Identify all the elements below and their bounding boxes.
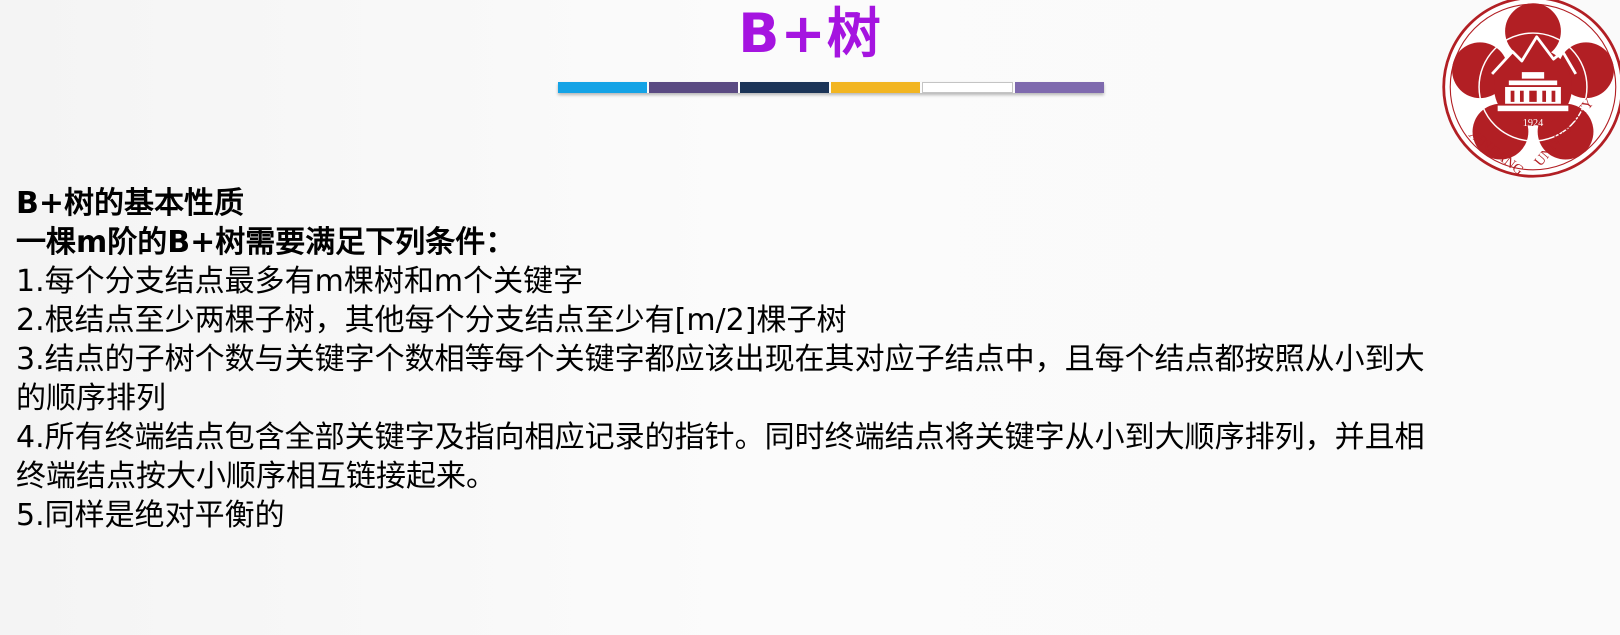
slide: B+树 1924 XINJIANG UNIVERSITY B+树的基本性质 一棵… — [0, 0, 1620, 635]
slide-title: B+树 — [738, 2, 882, 65]
accent-segment-1 — [558, 82, 647, 93]
condition-item-4: 4.所有终端结点包含全部关键字及指向相应记录的指针。同时终端结点将关键字从小到大… — [16, 420, 1425, 455]
section-heading: B+树的基本性质 — [16, 186, 245, 221]
slide-body: B+树的基本性质 一棵m阶的B+树需要满足下列条件： 1.每个分支结点最多有m棵… — [16, 184, 1576, 535]
accent-segment-5 — [922, 82, 1013, 93]
accent-segment-2 — [649, 82, 738, 93]
conditions-heading: 一棵m阶的B+树需要满足下列条件： — [16, 225, 516, 260]
condition-item-2: 2.根结点至少两棵子树，其他每个分支结点至少有[m/2]棵子树 — [16, 303, 847, 338]
accent-segment-3 — [740, 82, 829, 93]
condition-item-4-continued: 终端结点按大小顺序相互链接起来。 — [16, 459, 496, 494]
seal-year: 1924 — [1523, 118, 1543, 129]
title-accent-bar — [558, 82, 1104, 93]
condition-item-5: 5.同样是绝对平衡的 — [16, 498, 285, 533]
condition-item-1: 1.每个分支结点最多有m棵树和m个关键字 — [16, 264, 584, 299]
accent-segment-4 — [831, 82, 920, 93]
university-seal-logo: 1924 XINJIANG UNIVERSITY — [1442, 0, 1620, 179]
condition-item-3: 3.结点的子树个数与关键字个数相等每个关键字都应该出现在其对应子结点中，且每个结… — [16, 342, 1425, 377]
condition-item-3-continued: 的顺序排列 — [16, 381, 166, 416]
accent-segment-6 — [1015, 82, 1104, 93]
